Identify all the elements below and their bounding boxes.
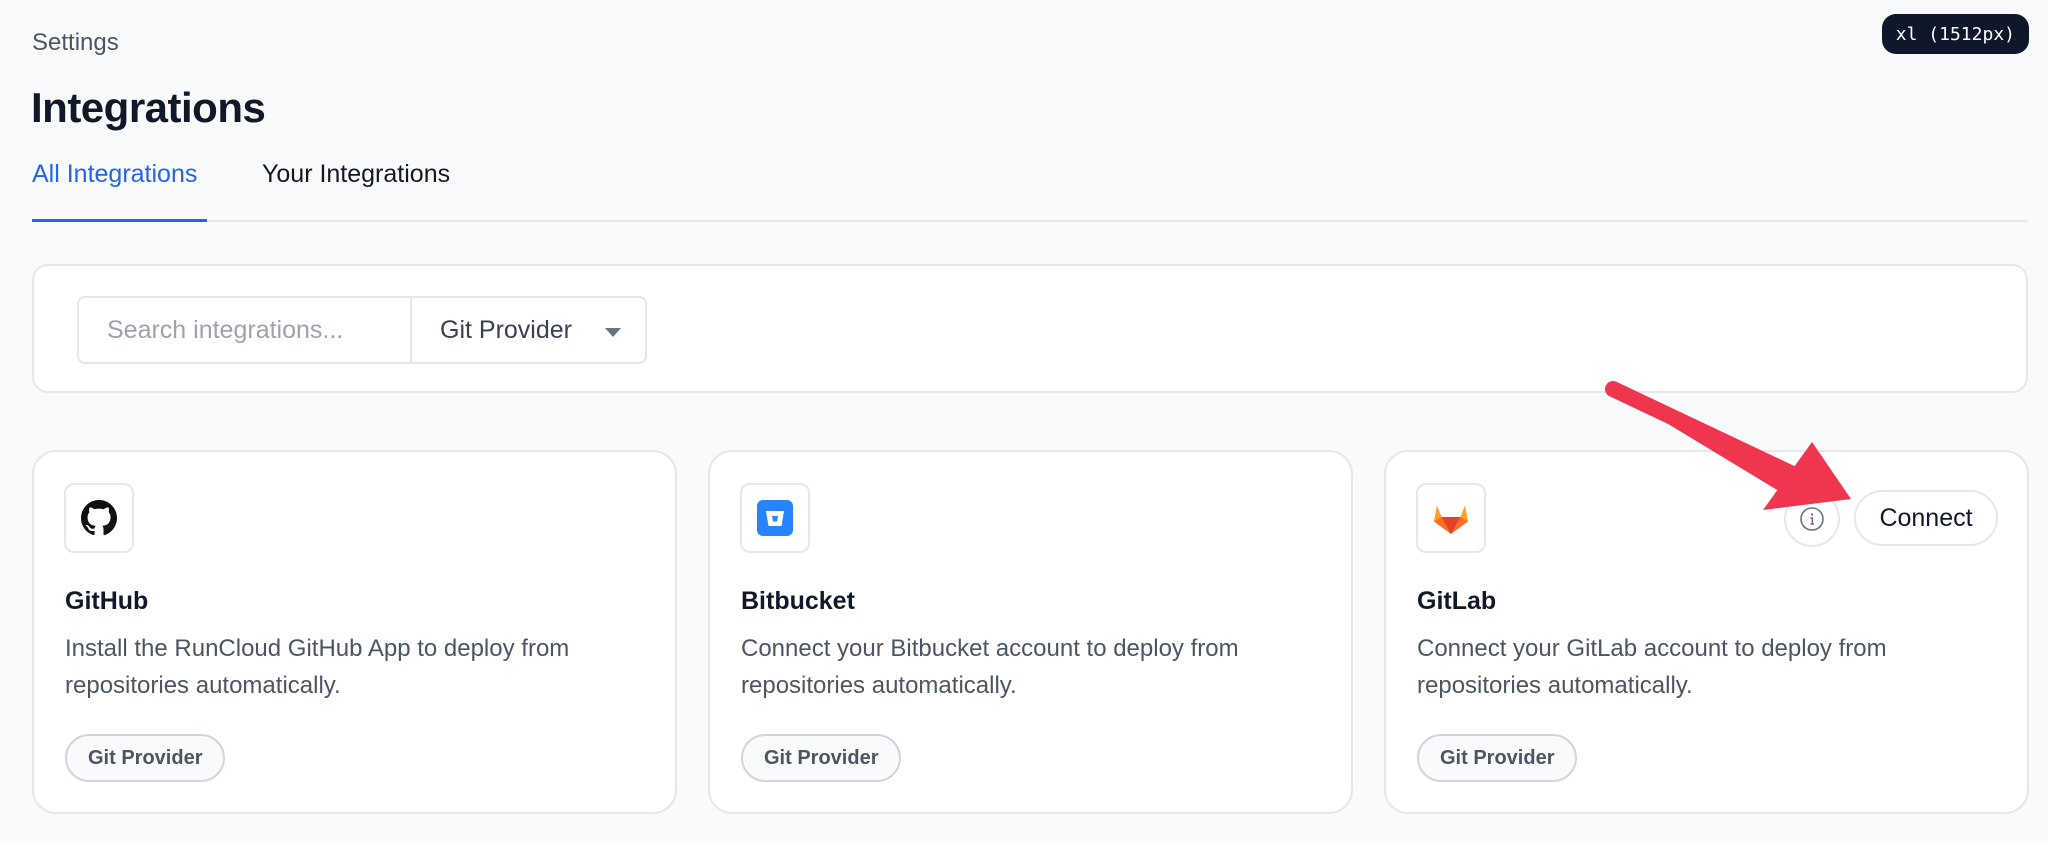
info-icon [1800, 507, 1824, 531]
tab-bar: All Integrations Your Integrations [32, 150, 2028, 222]
filter-bar: Git Provider [32, 264, 2028, 393]
category-badge: Git Provider [741, 734, 902, 782]
integrations-page: xl (1512px) Settings Integrations All In… [0, 0, 2048, 841]
bitbucket-logo [740, 483, 810, 553]
tab-your-integrations[interactable]: Your Integrations [262, 150, 450, 222]
tab-all-integrations[interactable]: All Integrations [32, 150, 207, 222]
integration-description: Connect your GitLab account to deploy fr… [1417, 635, 1887, 699]
category-select[interactable]: Git Provider [410, 296, 647, 364]
category-badge: Git Provider [65, 734, 226, 782]
search-input[interactable] [77, 296, 410, 364]
breadcrumb[interactable]: Settings [32, 29, 119, 57]
chevron-down-icon [605, 328, 621, 337]
integration-name: GitHub [65, 587, 149, 615]
connect-button[interactable]: Connect [1854, 490, 1998, 546]
integration-card-bitbucket: Bitbucket Connect your Bitbucket account… [708, 450, 1353, 814]
breakpoint-badge: xl (1512px) [1881, 14, 2029, 54]
category-badge: Git Provider [1417, 734, 1578, 782]
github-icon [81, 500, 117, 536]
integration-name: GitLab [1417, 587, 1497, 615]
page-title: Integrations [31, 84, 266, 131]
github-logo [64, 483, 134, 553]
integration-description: Connect your Bitbucket account to deploy… [741, 635, 1239, 699]
integration-card-github: GitHub Install the RunCloud GitHub App t… [32, 450, 677, 814]
info-button[interactable] [1784, 491, 1840, 547]
integration-description: Install the RunCloud GitHub App to deplo… [65, 635, 570, 699]
bitbucket-icon [757, 500, 793, 536]
gitlab-logo [1416, 483, 1486, 553]
integration-name: Bitbucket [741, 587, 855, 615]
category-select-value: Git Provider [440, 315, 572, 344]
gitlab-icon [1434, 506, 1468, 534]
integration-card-gitlab: Connect GitLab Connect your GitLab accou… [1384, 450, 2029, 814]
